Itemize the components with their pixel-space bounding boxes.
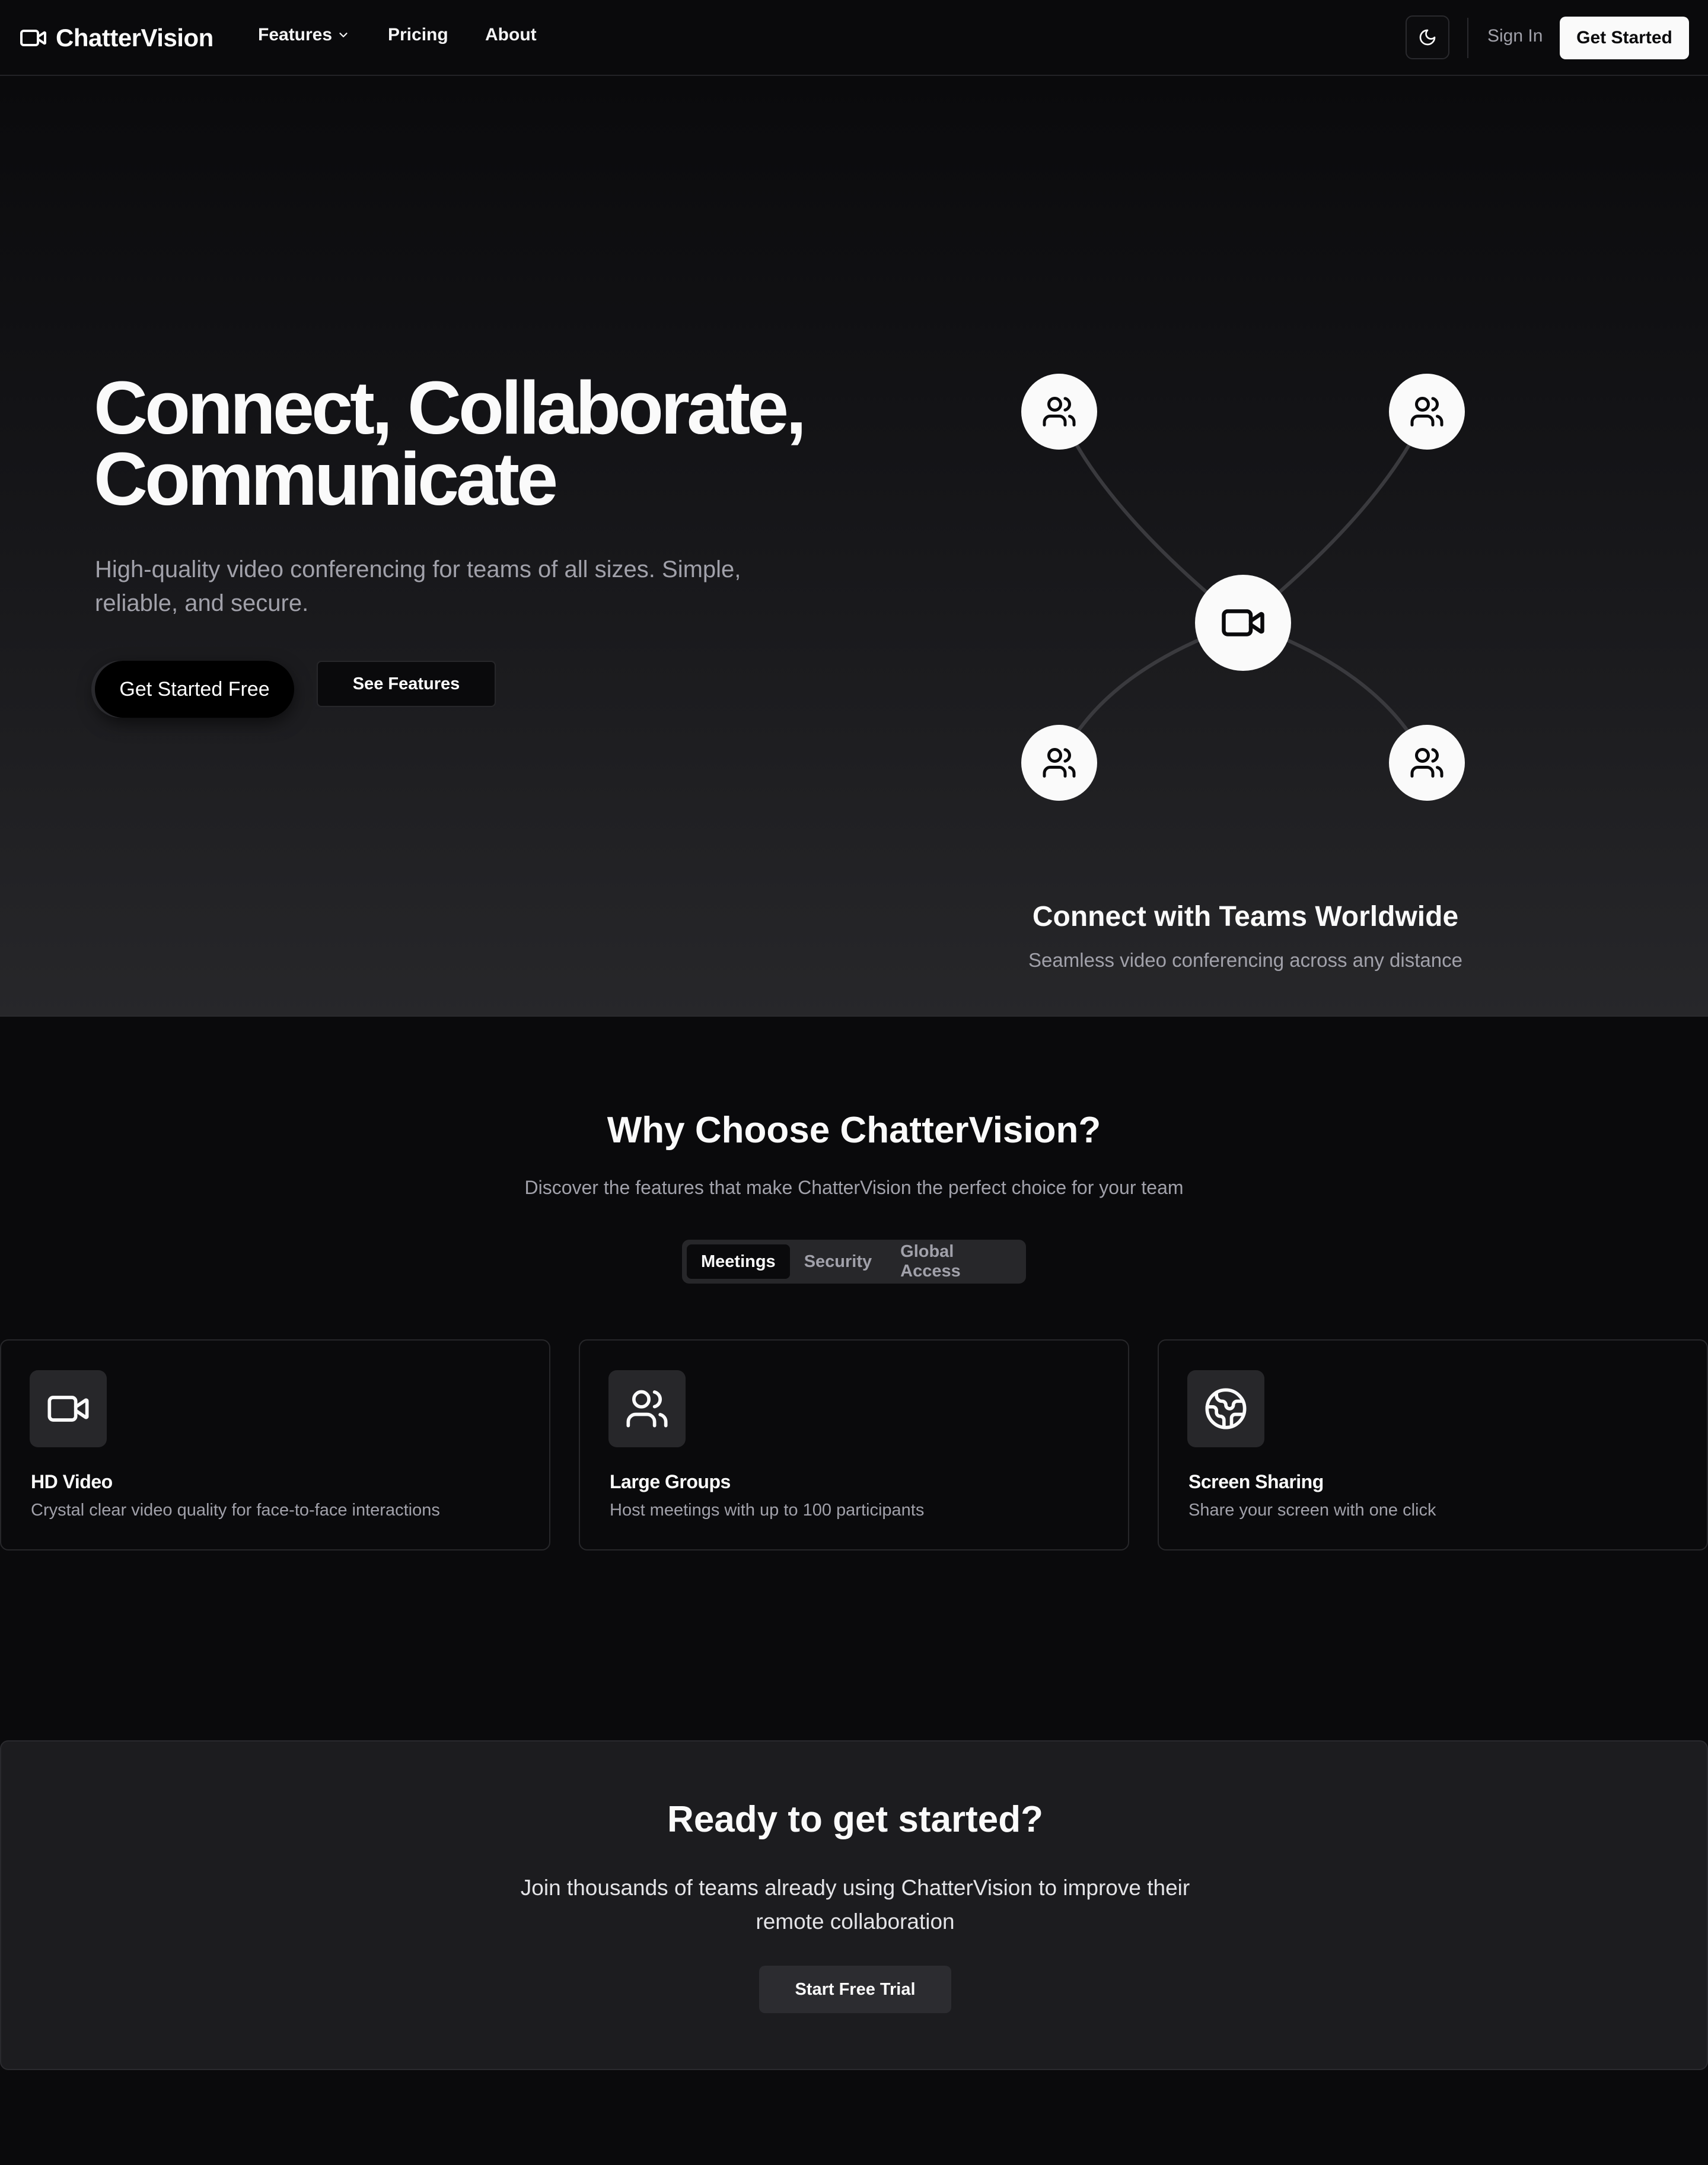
features-subtitle: Discover the features that make ChatterV…: [524, 1177, 1184, 1198]
feature-tabs: Meetings Security Global Access: [682, 1240, 1026, 1284]
nav-features-label: Features: [258, 25, 333, 44]
cta-title: Ready to get started?: [667, 1799, 1043, 1840]
tab-security[interactable]: Security: [790, 1244, 886, 1279]
get-started-free-button[interactable]: Get Started Free: [95, 661, 294, 718]
users-icon: [1043, 397, 1076, 426]
feature-icon-box: [30, 1370, 107, 1447]
hero-subtitle: High-quality video conferencing for team…: [95, 556, 741, 616]
network-node-center: [1195, 575, 1291, 671]
feature-card-description: Share your screen with one click: [1188, 1501, 1436, 1520]
feature-icon-box: [608, 1370, 686, 1447]
network-node-bottom-right: [1389, 725, 1465, 801]
network-node-bottom-left: [1021, 725, 1097, 801]
hero-title: Connect, Collaborate, Communicate: [94, 366, 807, 521]
users-icon: [626, 1390, 668, 1428]
feature-icon-box: [1187, 1370, 1264, 1447]
brand-name: ChatterVision: [56, 24, 214, 52]
feature-card-screen-sharing: Screen Sharing Share your screen with on…: [1158, 1339, 1708, 1550]
nav-features-dropdown[interactable]: Features: [258, 25, 350, 45]
theme-toggle-button[interactable]: [1406, 15, 1449, 59]
network-subtitle: Seamless video conferencing across any d…: [1028, 949, 1462, 971]
moon-icon: [1419, 29, 1436, 46]
users-icon: [1043, 748, 1076, 778]
feature-card-title: HD Video: [31, 1471, 113, 1492]
see-features-button[interactable]: See Features: [317, 661, 496, 707]
users-icon: [1410, 397, 1443, 426]
video-camera-icon: [47, 1396, 89, 1422]
team-network-illustration: [949, 314, 1542, 908]
features-title: Why Choose ChatterVision?: [607, 1110, 1101, 1151]
brand-link[interactable]: ChatterVision: [19, 21, 214, 55]
cta-section: Ready to get started? Join thousands of …: [0, 1740, 1708, 2070]
feature-card-title: Screen Sharing: [1188, 1471, 1324, 1492]
video-camera-icon: [20, 30, 46, 46]
cta-subtitle: Join thousands of teams already using Ch…: [520, 1876, 1190, 1934]
page: ChatterVision Features Pricing About Sig…: [0, 0, 1708, 2165]
get-started-button[interactable]: Get Started: [1560, 17, 1689, 59]
video-camera-icon: [1222, 609, 1264, 636]
nav-divider: [1467, 18, 1468, 58]
feature-card-title: Large Groups: [610, 1471, 731, 1492]
feature-card-hd-video: HD Video Crystal clear video quality for…: [0, 1339, 550, 1550]
network-title: Connect with Teams Worldwide: [1032, 901, 1459, 932]
network-node-top-right: [1389, 374, 1465, 450]
users-icon: [1410, 748, 1443, 778]
tab-meetings[interactable]: Meetings: [687, 1244, 790, 1279]
nav-about-link[interactable]: About: [485, 25, 537, 45]
hero-section: Connect, Collaborate, Communicate High-q…: [0, 77, 1708, 1017]
sign-in-link[interactable]: Sign In: [1487, 26, 1543, 46]
start-free-trial-button[interactable]: Start Free Trial: [759, 1966, 951, 2013]
globe-icon: [1205, 1388, 1247, 1429]
feature-card-large-groups: Large Groups Host meetings with up to 10…: [579, 1339, 1129, 1550]
nav-pricing-link[interactable]: Pricing: [388, 25, 448, 45]
tab-global-access[interactable]: Global Access: [886, 1242, 1021, 1281]
feature-card-description: Host meetings with up to 100 participant…: [610, 1501, 925, 1520]
top-nav: ChatterVision Features Pricing About Sig…: [0, 0, 1708, 76]
chevron-down-icon: [339, 33, 348, 37]
network-node-top-left: [1021, 374, 1097, 450]
feature-card-description: Crystal clear video quality for face-to-…: [31, 1501, 440, 1520]
